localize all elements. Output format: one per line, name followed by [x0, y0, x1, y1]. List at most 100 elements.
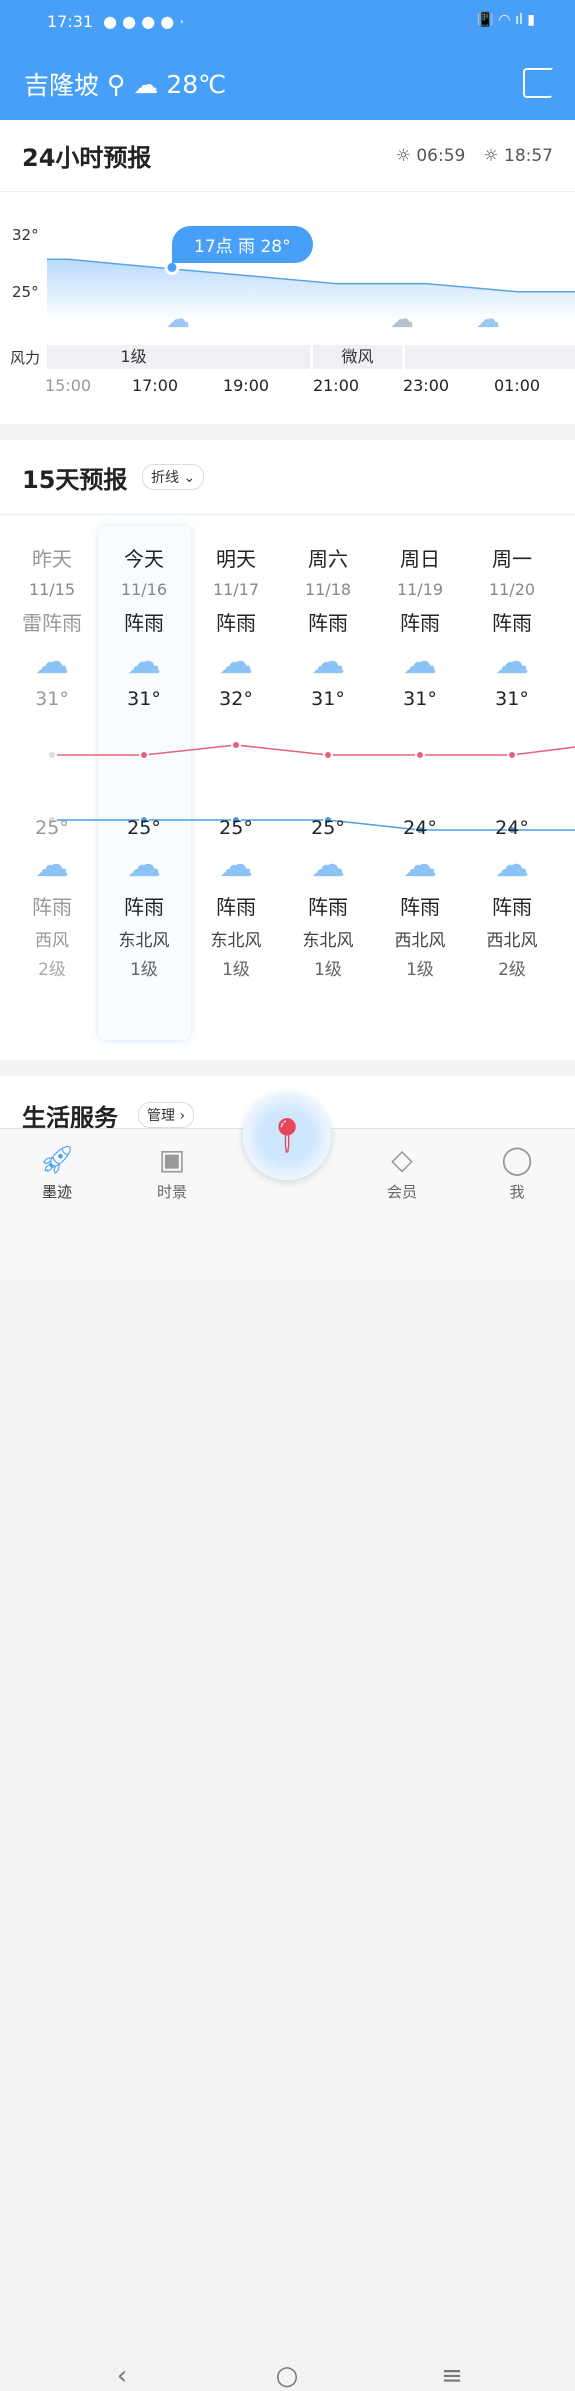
day-column[interactable]: 周一 11/20 阵雨 ☁ 31° 24° ☁ 阵雨 西北风 2级 — [466, 525, 558, 980]
nav-label: 时景 — [156, 1183, 187, 1201]
rocket-icon: 🚀︎ — [39, 1143, 75, 1176]
low-temp: 25° — [35, 817, 69, 839]
hour-label: 01:00 — [493, 376, 541, 395]
night-shower-icon: ☁ — [403, 845, 437, 885]
selected-point — [164, 259, 180, 275]
share-icon[interactable] — [523, 68, 553, 98]
weather-icon: ☁ — [476, 305, 500, 333]
nav-label: 我 — [509, 1183, 525, 1201]
low-temp: 25° — [311, 817, 345, 839]
map-pin-icon[interactable]: 📍︎ — [243, 1092, 331, 1180]
low-temp: 24° — [495, 817, 529, 839]
wind-segment: 1级 — [47, 345, 310, 369]
high-temp: 31° — [35, 688, 69, 710]
wind-direction: 东北风 — [210, 931, 262, 951]
image-icon: ▣ — [158, 1143, 186, 1176]
day-date: 11/20 — [488, 580, 536, 599]
location-pin-icon: ⚲ — [107, 69, 126, 99]
daily-forecast-card: 15天预报 折线 ⌄ 昨天 11/15 雷阵雨 ☁ 31° 25° ☁ 阵雨 西… — [0, 440, 575, 1060]
city-name[interactable]: 吉隆坡 — [24, 66, 99, 102]
wind-value: 1级 — [120, 347, 147, 366]
nav-label: 墨迹 — [41, 1183, 72, 1201]
status-bar: 17:31 ● ● ● ● · — [47, 12, 184, 31]
wind-level: 1级 — [222, 960, 250, 980]
app-header: 17:31 ● ● ● ● · 📳 ◠ ıl ▮ 吉隆坡 ⚲ ☁ 28℃ — [0, 0, 575, 120]
day-column[interactable]: 昨天 11/15 雷阵雨 ☁ 31° 25° ☁ 阵雨 西风 2级 — [6, 525, 98, 980]
current-temp: 28℃ — [166, 69, 227, 99]
day-weather: 阵雨 — [308, 611, 348, 635]
high-temp: 31° — [495, 688, 529, 710]
day-weather: 阵雨 — [400, 611, 440, 635]
night-weather: 阵雨 — [124, 895, 164, 919]
thunder-shower-icon: ☁ — [219, 642, 253, 682]
day-weather: 阵雨 — [492, 611, 532, 635]
notification-icons: ● ● ● ● · — [103, 12, 185, 31]
day-name: 昨天 — [32, 547, 72, 571]
back-button[interactable]: ‹ — [117, 2361, 127, 2391]
day-weather: 阵雨 — [124, 611, 164, 635]
day-column[interactable]: 周日 11/19 阵雨 ☁ 31° 24° ☁ 阵雨 西北风 1级 — [374, 525, 466, 980]
day-column[interactable]: 今天 11/16 阵雨 ☁ 31° 25° ☁ 阵雨 东北风 1级 — [98, 525, 190, 980]
hourly-forecast-card: 24小时预报 ☼ 06:59 ☼ 18:57 32° 25° ☁ ☁ ☁ 17点 雨… — [0, 120, 575, 424]
hour-label: 19:00 — [222, 376, 270, 395]
hour-label: 15:00 — [44, 376, 92, 395]
night-weather: 阵雨 — [492, 895, 532, 919]
thunder-shower-icon: ☁ — [495, 642, 529, 682]
wind-label: 风力 — [10, 349, 41, 367]
high-temp: 31° — [403, 688, 437, 710]
night-shower-icon: ☁ — [495, 845, 529, 885]
day-date: 11/19 — [396, 580, 444, 599]
wind-segment: 微风 — [313, 345, 402, 369]
day-weather: 雷阵雨 — [22, 611, 82, 635]
day-date: 11/17 — [212, 580, 260, 599]
thunder-shower-icon: ☁ — [127, 642, 161, 682]
night-shower-icon: ☁ — [35, 845, 69, 885]
night-weather: 阵雨 — [400, 895, 440, 919]
day-name: 周一 — [492, 547, 532, 571]
hour-label: 23:00 — [402, 376, 450, 395]
wind-level: 1级 — [406, 960, 434, 980]
nav-item-moji[interactable]: 🚀︎ 墨迹 — [17, 1143, 97, 1202]
nav-item-me[interactable]: ◯ 我 — [477, 1143, 557, 1202]
wind-direction: 东北风 — [302, 931, 354, 951]
weather-icon: ☁ — [390, 305, 414, 333]
nav-item-shijing[interactable]: ▣ 时景 — [132, 1143, 212, 1202]
high-temp: 31° — [127, 688, 161, 710]
home-button[interactable]: ○ — [276, 2361, 299, 2391]
night-shower-icon: ☁ — [311, 845, 345, 885]
night-weather: 阵雨 — [216, 895, 256, 919]
day-name: 今天 — [124, 547, 164, 571]
user-icon: ◯ — [501, 1143, 533, 1176]
thunder-shower-icon: ☁ — [403, 642, 437, 682]
wind-level: 2级 — [498, 960, 526, 980]
nav-item-vip[interactable]: ◇ 会员 — [362, 1143, 442, 1202]
thunder-shower-icon: ☁ — [35, 642, 69, 682]
wind-level: 1级 — [314, 960, 342, 980]
day-date: 11/16 — [120, 580, 168, 599]
day-name: 明天 — [216, 547, 256, 571]
hour-label: 21:00 — [312, 376, 360, 395]
wind-level: 1级 — [130, 960, 158, 980]
night-shower-icon: ☁ — [219, 845, 253, 885]
day-date: 11/15 — [28, 580, 76, 599]
thunder-shower-icon: ☁ — [311, 642, 345, 682]
day-column[interactable]: 明天 11/17 阵雨 ☁ 32° 25° ☁ 阵雨 东北风 1级 — [190, 525, 282, 980]
clock: 17:31 — [47, 12, 94, 31]
wind-level: 2级 — [38, 960, 66, 980]
day-name: 周日 — [400, 547, 440, 571]
wind-direction: 东北风 — [118, 931, 170, 951]
recents-button[interactable]: ≡ — [441, 2361, 463, 2391]
day-name: 周六 — [308, 547, 348, 571]
cloud-rain-icon: ☁ — [133, 69, 159, 99]
manage-button[interactable]: 管理 › — [138, 1102, 195, 1128]
wind-direction: 西北风 — [486, 931, 538, 951]
night-weather: 阵雨 — [32, 895, 72, 919]
high-temp: 32° — [219, 688, 253, 710]
low-temp: 25° — [127, 817, 161, 839]
day-date: 11/18 — [304, 580, 352, 599]
nav-label: 会员 — [386, 1183, 417, 1201]
system-icons: 📳 ◠ ıl ▮ — [476, 12, 535, 28]
night-shower-icon: ☁ — [127, 845, 161, 885]
wind-direction: 西北风 — [394, 931, 446, 951]
day-column[interactable]: 周六 11/18 阵雨 ☁ 31° 25° ☁ 阵雨 东北风 1级 — [282, 525, 374, 980]
